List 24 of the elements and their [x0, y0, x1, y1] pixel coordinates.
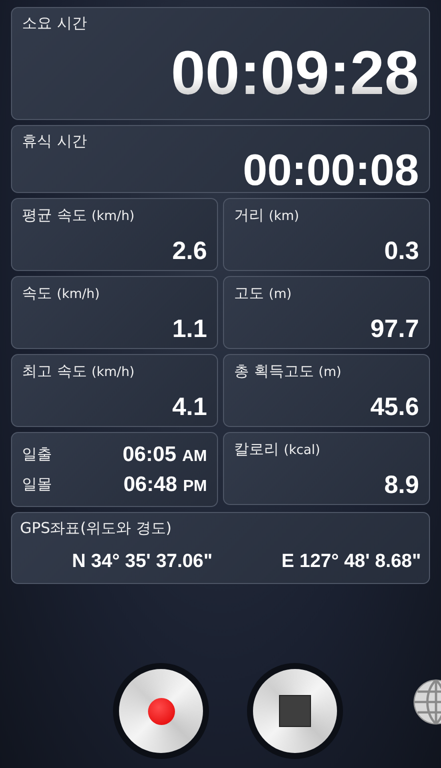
- metric-value: 45.6: [370, 395, 419, 420]
- timer-label: 소요 시간: [22, 14, 88, 33]
- metric-label: 고도 (m): [234, 284, 293, 303]
- sun-time: 06:05 AM: [122, 442, 207, 466]
- timer-value: 00:00:08: [242, 149, 419, 193]
- metric-label: 칼로리 (kcal): [234, 440, 322, 459]
- timer-label: 휴식 시간: [22, 132, 88, 151]
- metric-label: 최고 속도 (km/h): [22, 362, 136, 381]
- metric-value: 1.1: [172, 317, 207, 342]
- metric-label: 거리 (km): [234, 206, 300, 225]
- metric-value: 97.7: [370, 317, 419, 342]
- metric-label: 평균 속도 (km/h): [22, 206, 136, 225]
- metric-label: 속도 (km/h): [22, 284, 101, 303]
- metric-value: 2.6: [172, 239, 207, 264]
- sun-label: 일몰: [22, 475, 52, 494]
- metric-value: 0.3: [384, 239, 419, 264]
- metric-label: 총 획득고도 (m): [234, 362, 342, 381]
- metric-value: 8.9: [384, 473, 419, 498]
- sun-time: 06:48 PM: [123, 472, 207, 496]
- latitude-value: N 34° 35' 37.06": [72, 551, 212, 573]
- sun-label: 일출: [22, 445, 52, 464]
- longitude-value: E 127° 48' 8.68": [282, 551, 421, 573]
- metric-value: 4.1: [172, 395, 207, 420]
- gps-label: GPS좌표(위도와 경도): [20, 519, 173, 538]
